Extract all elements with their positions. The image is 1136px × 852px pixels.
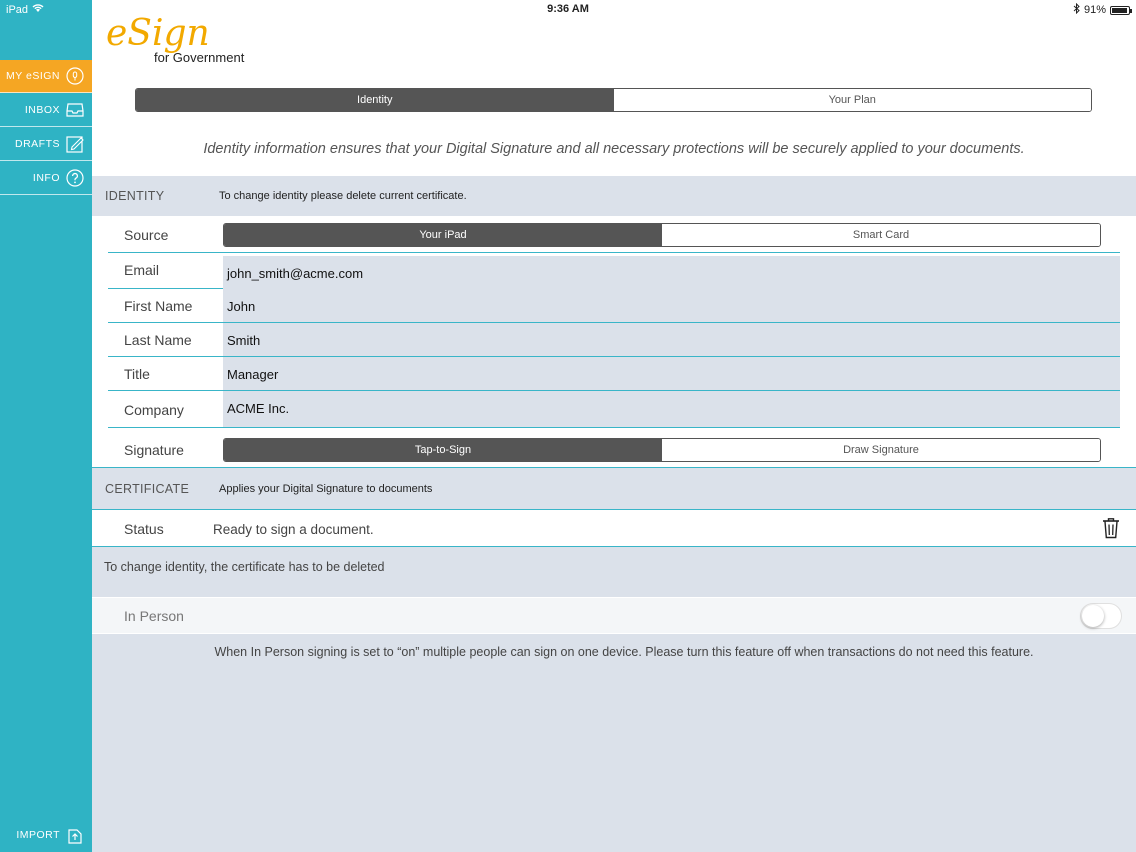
status-label: Status [124,521,164,537]
status-time: 9:36 AM [547,3,589,15]
first-name-field[interactable]: John [223,289,1120,322]
import-icon [66,826,84,844]
signature-option-tap[interactable]: Tap-to-Sign [224,439,662,461]
sidebar-item-info[interactable]: INFO [0,162,92,195]
status-row: Status Ready to sign a document. [92,510,1136,547]
identity-section-header: IDENTITY To change identity please delet… [92,176,1136,217]
status-value: Ready to sign a document. [213,522,374,537]
title-label: Title [124,366,150,382]
logo-tagline: for Government [154,50,245,65]
source-option-ipad[interactable]: Your iPad [224,224,662,246]
main-content: eSign for Government Identity Your Plan … [92,0,1136,852]
bluetooth-icon [1073,2,1080,17]
signature-segmented: Tap-to-Sign Draw Signature [223,438,1101,462]
title-row: Title Manager [108,357,1120,391]
company-row: Company ACME Inc. [108,391,1120,428]
certificate-section-title: CERTIFICATE [105,482,190,496]
edit-icon [66,135,84,153]
email-row: Email john_smith@acme.com [108,256,1120,289]
trash-icon[interactable] [1102,517,1120,544]
email-field[interactable]: john_smith@acme.com [223,256,1120,289]
signature-row: Signature Tap-to-Sign Draw Signature [108,432,1120,468]
in-person-note: When In Person signing is set to “on” mu… [214,645,1034,659]
identity-section-title: IDENTITY [105,189,165,203]
sidebar-item-drafts[interactable]: DRAFTS [0,128,92,161]
company-label: Company [124,402,184,418]
title-field[interactable]: Manager [223,357,1120,390]
source-option-smart-card[interactable]: Smart Card [662,224,1100,246]
top-tabs: Identity Your Plan [135,88,1092,112]
last-name-label: Last Name [124,332,192,348]
signature-label: Signature [124,442,184,458]
status-right: 91% [1073,2,1132,17]
toggle-knob [1082,605,1104,627]
tab-your-plan[interactable]: Your Plan [613,89,1091,111]
source-label: Source [124,227,169,243]
battery-percent: 91% [1083,4,1106,16]
intro-text: Identity information ensures that your D… [203,141,1025,157]
email-label: Email [124,262,160,278]
import-button[interactable]: IMPORT [0,818,92,851]
in-person-row: In Person [92,597,1136,634]
identity-form: Source Your iPad Smart Card Email john_s… [92,216,1136,468]
last-name-row: Last Name Smith [108,323,1120,357]
tab-identity[interactable]: Identity [136,89,614,111]
sidebar-item-my-esign[interactable]: MY eSIGN [0,60,92,93]
sidebar-item-label: MY eSIGN [6,70,60,82]
company-field[interactable]: ACME Inc. [223,391,1120,427]
import-label: IMPORT [16,828,60,841]
status-bar: iPad 9:36 AM 91% [0,0,1136,18]
sidebar-item-label: INBOX [24,104,60,116]
help-icon [66,169,84,187]
identity-section-desc: To change identity please delete current… [219,190,467,202]
sidebar-item-label: INFO [32,172,60,184]
in-person-toggle[interactable] [1080,603,1122,629]
source-row: Source Your iPad Smart Card [108,220,1120,253]
source-segmented: Your iPad Smart Card [223,223,1101,247]
esign-logo: eSign for Government [106,13,245,66]
user-icon [66,67,84,85]
signature-option-draw[interactable]: Draw Signature [662,439,1100,461]
certificate-section-desc: Applies your Digital Signature to docume… [219,483,433,495]
in-person-label: In Person [124,608,184,624]
sidebar-item-inbox[interactable]: INBOX [0,94,92,127]
battery-fill [1112,7,1127,13]
last-name-field[interactable]: Smith [223,323,1120,356]
sidebar: MY eSIGN INBOX DRAFTS INFO IMPORT [0,0,92,852]
first-name-label: First Name [124,298,193,314]
first-name-row: First Name John [108,289,1120,323]
inbox-icon [66,101,84,119]
change-identity-note: To change identity, the certificate has … [104,560,385,574]
certificate-section-header: CERTIFICATE Applies your Digital Signatu… [92,469,1136,510]
battery-icon [1110,5,1132,15]
logo-brand: eSign [106,13,210,54]
sidebar-item-label: DRAFTS [15,138,60,150]
